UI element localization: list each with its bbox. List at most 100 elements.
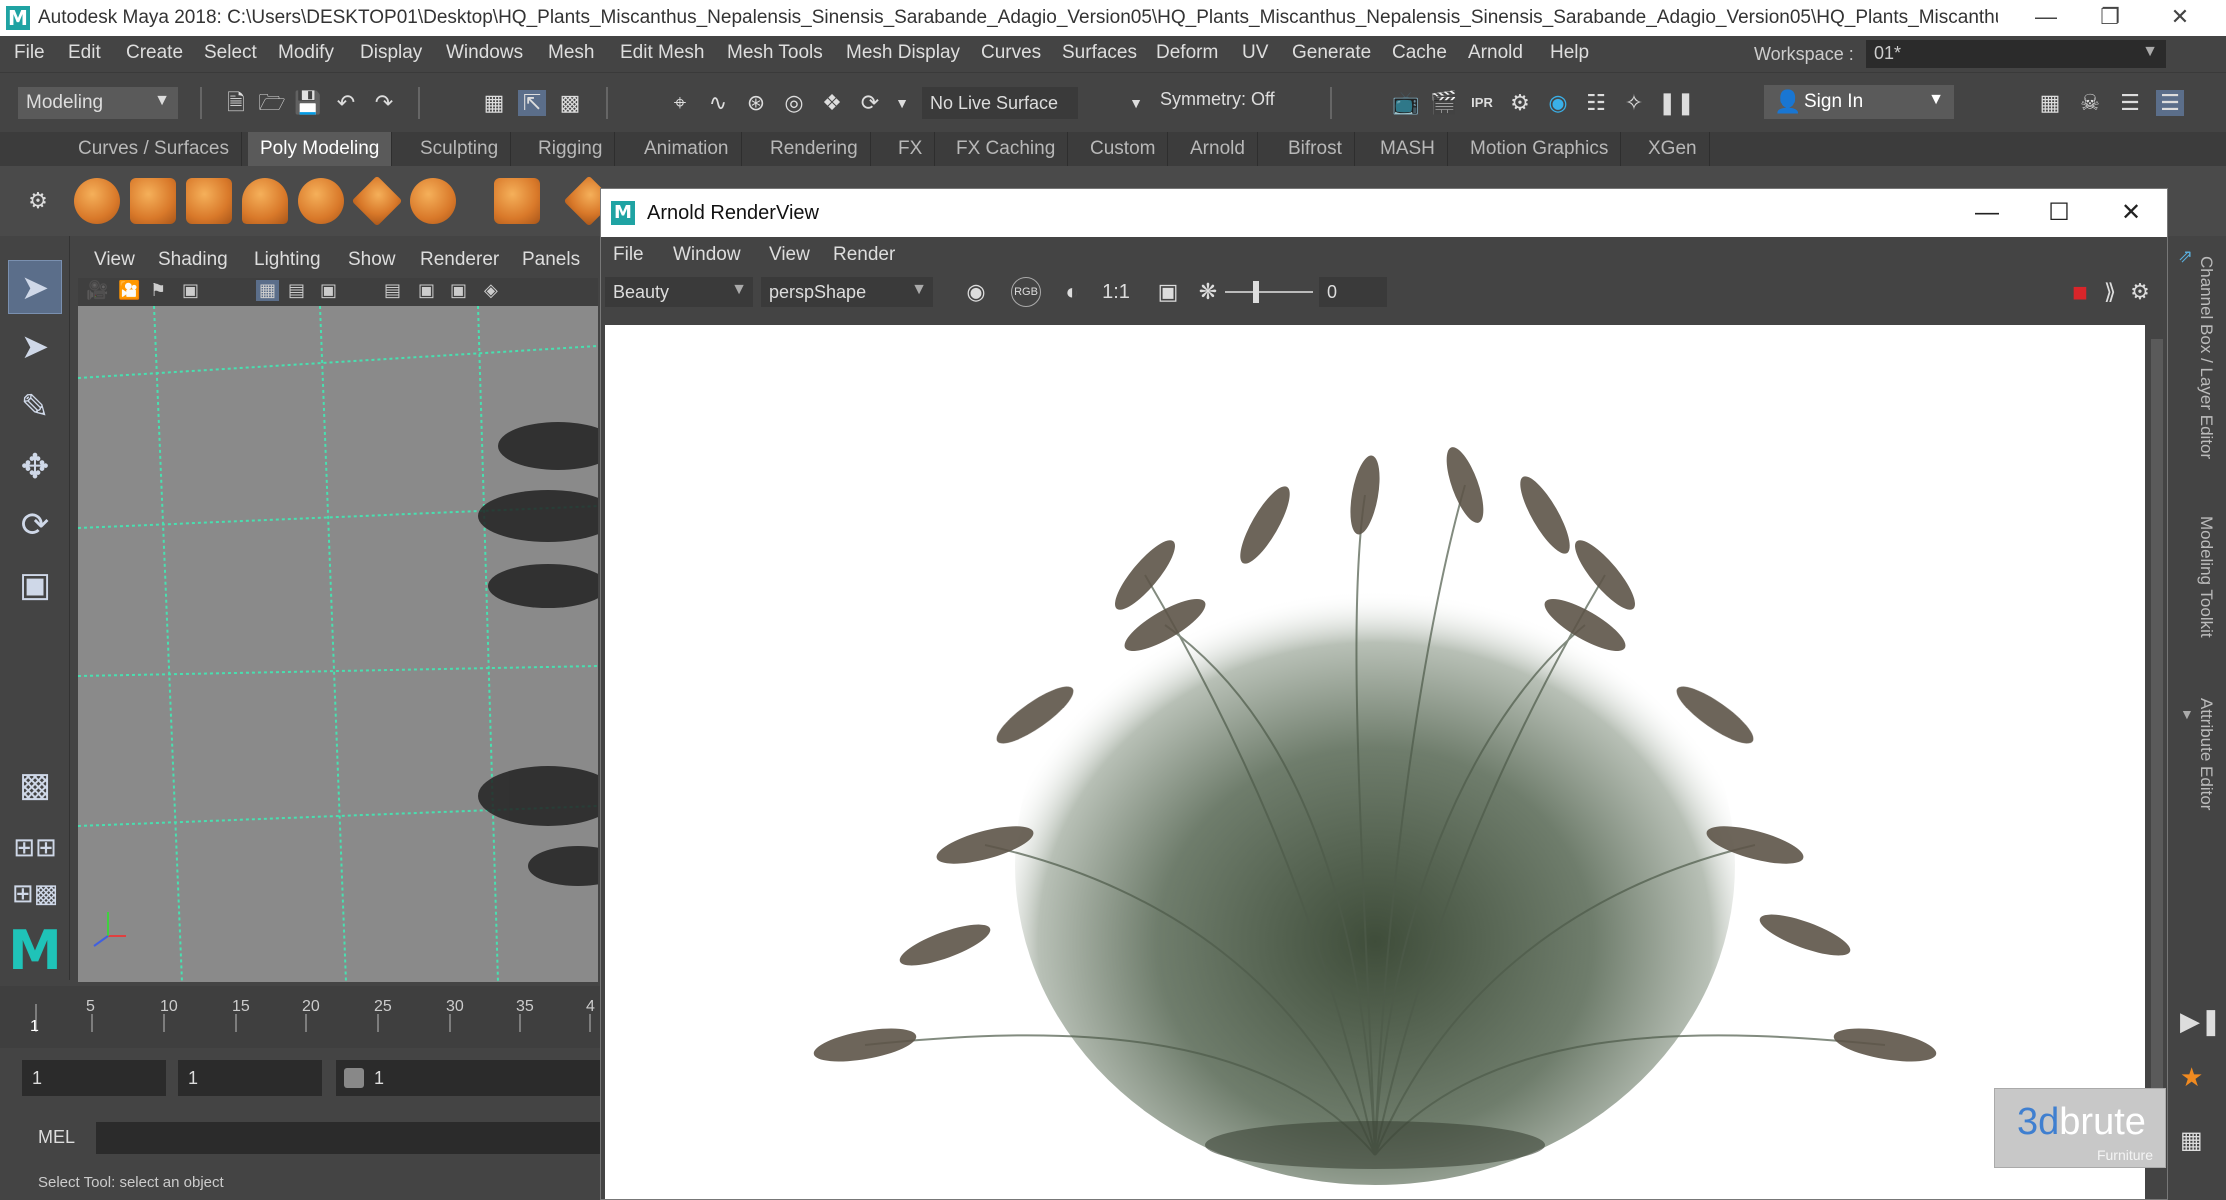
save-scene-icon[interactable]: 💾: [294, 90, 322, 116]
snap-rotate-icon[interactable]: ⟳: [856, 90, 884, 116]
render-setup-icon[interactable]: ☷: [1582, 90, 1610, 116]
camera-select[interactable]: perspShape ▼: [761, 277, 933, 307]
menu-uv[interactable]: UV: [1242, 42, 1268, 64]
snap-curve-icon[interactable]: ∿: [704, 90, 732, 116]
viewport-menu-shading[interactable]: Shading: [158, 249, 228, 271]
menu-select[interactable]: Select: [204, 42, 257, 64]
viewport-menu-panels[interactable]: Panels: [522, 249, 580, 271]
renderview-settings-icon[interactable]: ⚙: [2125, 277, 2155, 307]
pause-viewport-icon[interactable]: ❚❚: [1658, 90, 1695, 116]
exposure-slider-handle[interactable]: [1253, 281, 1259, 303]
poly-torus-icon[interactable]: [298, 178, 344, 224]
shelf-tab-fx-caching[interactable]: FX Caching: [944, 132, 1069, 166]
select-component-icon[interactable]: ▩: [556, 90, 584, 116]
command-input[interactable]: [96, 1122, 600, 1154]
single-view-layout-icon[interactable]: ▩: [8, 758, 62, 812]
menu-set-select[interactable]: Modeling ▼: [18, 87, 178, 119]
xray-icon[interactable]: ◈: [484, 280, 498, 301]
menu-create[interactable]: Create: [126, 42, 183, 64]
paint-select-tool-icon[interactable]: ✎: [8, 380, 62, 434]
menu-edit-mesh[interactable]: Edit Mesh: [620, 42, 704, 64]
live-surface-field[interactable]: No Live Surface: [922, 87, 1078, 119]
renderview-menu-view[interactable]: View: [769, 244, 810, 266]
viewport-menu-view[interactable]: View: [94, 249, 135, 271]
menu-modify[interactable]: Modify: [278, 42, 334, 64]
camera-select-icon[interactable]: 🎦: [118, 280, 140, 301]
select-hierarchy-icon[interactable]: ▦: [480, 90, 508, 116]
viewport-menu-lighting[interactable]: Lighting: [254, 249, 321, 271]
poly-sphere-icon[interactable]: [74, 178, 120, 224]
minimize-button[interactable]: —: [2016, 0, 2076, 36]
render-canvas[interactable]: [605, 325, 2145, 1199]
menu-arnold[interactable]: Arnold: [1468, 42, 1523, 64]
render-frame-icon[interactable]: 🎬: [1430, 90, 1458, 116]
lasso-tool-icon[interactable]: ➤: [8, 320, 62, 374]
snap-grid-icon[interactable]: ⌖: [666, 90, 694, 116]
shelf-tab-arnold[interactable]: Arnold: [1178, 132, 1258, 166]
light-editor-icon[interactable]: ✧: [1620, 90, 1648, 116]
character-controls-icon[interactable]: ☠: [2076, 90, 2104, 116]
renderview-minimize-button[interactable]: —: [1959, 195, 2015, 231]
menu-generate[interactable]: Generate: [1292, 42, 1371, 64]
hypershade-icon[interactable]: ◉: [1544, 90, 1572, 116]
textured-icon[interactable]: ▣: [450, 280, 467, 301]
sign-in-button[interactable]: 👤 Sign In ▼: [1764, 85, 1954, 119]
undo-icon[interactable]: ↶: [332, 90, 360, 116]
frame-image-icon[interactable]: ▣: [1153, 277, 1183, 307]
render-view-icon[interactable]: 📺: [1392, 90, 1420, 116]
grid-toggle-icon[interactable]: ▦: [256, 280, 280, 301]
menu-deform[interactable]: Deform: [1156, 42, 1218, 64]
menu-mesh-tools[interactable]: Mesh Tools: [727, 42, 823, 64]
wireframe-icon[interactable]: ▤: [384, 280, 401, 301]
menu-mesh[interactable]: Mesh: [548, 42, 594, 64]
shelf-tab-mash[interactable]: MASH: [1368, 132, 1448, 166]
exposure-icon[interactable]: ❋: [1193, 277, 1223, 307]
renderview-scrollbar[interactable]: [2147, 325, 2167, 1199]
select-object-icon[interactable]: ⇱: [518, 90, 546, 116]
rotate-tool-icon[interactable]: ⟳: [8, 498, 62, 552]
modeling-toolkit-tab[interactable]: Modeling Toolkit: [2196, 516, 2216, 638]
poly-platonic-icon[interactable]: [494, 178, 540, 224]
smooth-shade-icon[interactable]: ▣: [418, 280, 435, 301]
modeling-toolkit-icon[interactable]: ▦: [2036, 90, 2064, 116]
attribute-editor-icon[interactable]: ☰: [2116, 90, 2144, 116]
aov-select[interactable]: Beauty ▼: [605, 277, 753, 307]
menu-windows[interactable]: Windows: [446, 42, 523, 64]
open-scene-icon[interactable]: 🗁: [258, 90, 286, 116]
redo-icon[interactable]: ↷: [370, 90, 398, 116]
shelf-tab-rigging[interactable]: Rigging: [526, 132, 616, 166]
menu-help[interactable]: Help: [1550, 42, 1589, 64]
renderview-maximize-button[interactable]: ☐: [2031, 195, 2087, 231]
playback-start-field[interactable]: 1: [178, 1060, 322, 1096]
close-button[interactable]: ✕: [2150, 0, 2210, 36]
renderview-menu-file[interactable]: File: [613, 244, 644, 266]
snap-surface-icon[interactable]: ❖: [818, 90, 846, 116]
workspace-select[interactable]: 01* ▼: [1866, 40, 2166, 68]
shelf-tab-rendering[interactable]: Rendering: [758, 132, 871, 166]
bookmark-icon[interactable]: ⚑: [150, 280, 166, 301]
select-tool-icon[interactable]: ➤: [8, 260, 62, 314]
time-slider[interactable]: 1 5 10 15 20 25 30 35 4: [0, 986, 600, 1048]
shelf-settings-icon[interactable]: ⚙: [24, 188, 52, 214]
auto-key-icon[interactable]: ★: [2180, 1062, 2203, 1093]
command-language-label[interactable]: MEL: [38, 1127, 75, 1148]
camera-attributes-icon[interactable]: 🎥: [86, 280, 108, 301]
shelf-tab-poly-modeling[interactable]: Poly Modeling: [248, 132, 393, 166]
chevron-down-icon[interactable]: ▼: [1122, 90, 1150, 116]
menu-cache[interactable]: Cache: [1392, 42, 1447, 64]
outliner-layout-icon[interactable]: ⊞▩: [8, 866, 62, 920]
shelf-tab-bifrost[interactable]: Bifrost: [1276, 132, 1355, 166]
shelf-tab-sculpting[interactable]: Sculpting: [408, 132, 512, 166]
channel-box-icon[interactable]: ☰: [2156, 90, 2184, 116]
renderview-menu-window[interactable]: Window: [673, 244, 741, 266]
exposure-field[interactable]: 0: [1319, 277, 1387, 307]
resolution-gate-icon[interactable]: ▣: [320, 280, 337, 301]
zoom-ratio[interactable]: 1:1: [1093, 277, 1139, 307]
renderview-menu-render[interactable]: Render: [833, 244, 895, 266]
move-tool-icon[interactable]: ✥: [8, 440, 62, 494]
start-time-field[interactable]: 1: [22, 1060, 166, 1096]
scale-tool-icon[interactable]: ▣: [8, 558, 62, 612]
playback-end-icon[interactable]: ▶❚: [2180, 1006, 2222, 1037]
ipr-render-icon[interactable]: IPR: [1468, 90, 1496, 116]
menu-display[interactable]: Display: [360, 42, 422, 64]
